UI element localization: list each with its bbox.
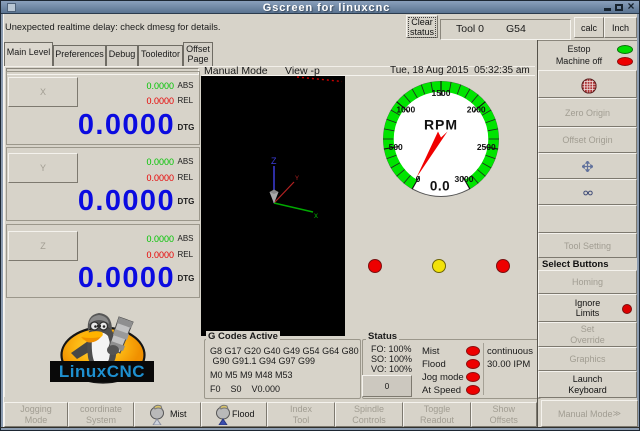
- svg-text:Y: Y: [295, 176, 299, 182]
- svg-text:2000: 2000: [467, 104, 486, 114]
- svg-text:500: 500: [389, 142, 403, 152]
- svg-text:0: 0: [416, 174, 421, 184]
- svg-text:RPM: RPM: [424, 117, 458, 133]
- svg-text:1500: 1500: [432, 88, 451, 98]
- svg-text:1000: 1000: [396, 104, 415, 114]
- svg-text:0.0: 0.0: [430, 179, 450, 194]
- svg-text:x: x: [314, 211, 318, 220]
- svg-text:Z: Z: [271, 156, 277, 166]
- svg-text:3000: 3000: [455, 174, 474, 184]
- svg-text:2500: 2500: [477, 142, 496, 152]
